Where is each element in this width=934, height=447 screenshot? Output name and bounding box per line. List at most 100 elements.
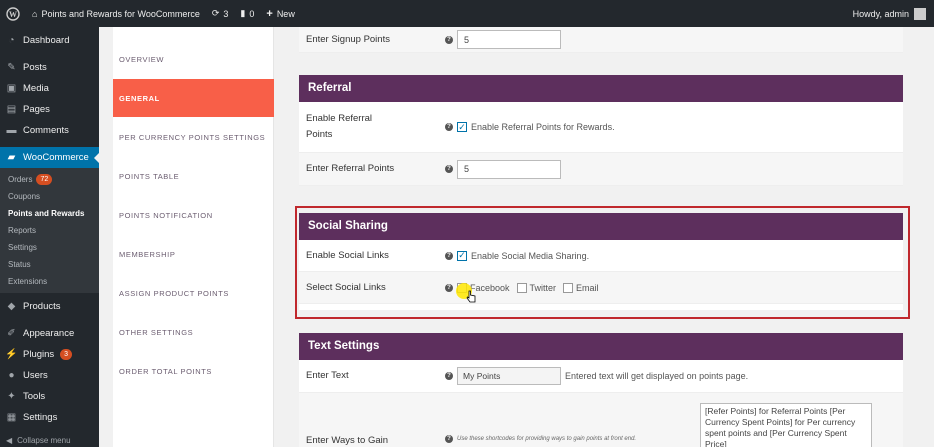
comment-icon: ▮ [240, 8, 246, 18]
menu-comments[interactable]: ▬ Comments [0, 120, 99, 141]
enable-referral-label: Enable Referral Points [299, 111, 445, 143]
enable-referral-checkbox[interactable]: ✓ [457, 122, 467, 132]
avatar [914, 7, 926, 20]
admin-sidebar: ◔ Dashboard ✎ Posts ▣ Media ▤ Pages ▬ Comment… [0, 27, 99, 447]
pages-icon: ▤ [6, 104, 17, 115]
enable-referral-desc: Enable Referral Points for Rewards. [471, 122, 615, 132]
wordpress-logo-icon[interactable]: W [0, 0, 26, 27]
tab-label: POINTS NOTIFICATION [119, 210, 213, 220]
enable-referral-label-line1: Enable Referral [306, 113, 373, 124]
tab-other-settings[interactable]: OTHER SETTINGS [113, 313, 274, 351]
admin-bar: W ⌂ Points and Rewards for WooCommerce ⟳… [0, 0, 934, 27]
tab-label: OTHER SETTINGS [119, 327, 194, 337]
enter-text-row: Enter Text ? My Points Entered text will… [299, 360, 903, 393]
menu-label: WooCommerce [23, 152, 89, 163]
dashboard-icon: ◔ [8, 35, 15, 46]
signup-points-input[interactable]: 5 [457, 30, 561, 49]
collapse-menu-button[interactable]: ◀ Collapse menu [6, 436, 71, 445]
ways-to-gain-help: Use these shortcodes for providing ways … [457, 436, 637, 442]
submenu-coupons[interactable]: Coupons [0, 188, 99, 205]
updates-count: 3 [223, 8, 229, 19]
comments-count: 0 [249, 8, 255, 19]
menu-label: Comments [23, 125, 69, 136]
menu-label: Settings [23, 412, 58, 423]
submenu-label: Points and Rewards [8, 209, 85, 218]
text-settings-section: Text Settings Enter Text ? My Points Ent… [299, 333, 903, 447]
comment-icon: ▬ [6, 125, 17, 136]
enter-text-desc: Entered text will get displayed on point… [565, 371, 749, 381]
tab-points-table[interactable]: POINTS TABLE [113, 157, 274, 195]
updates-icon: ⟳ [211, 8, 220, 18]
menu-settings[interactable]: ▦ Settings [0, 407, 99, 428]
tab-label: ORDER TOTAL POINTS [119, 366, 213, 376]
tab-assign-product-points[interactable]: ASSIGN PRODUCT POINTS [113, 274, 274, 312]
tab-overview[interactable]: OVERVIEW [113, 40, 274, 78]
collapse-label: Collapse menu [17, 436, 71, 445]
referral-points-field: ? 5 [445, 159, 561, 179]
referral-section: Referral Enable Referral Points ? ✓ Enab… [299, 75, 903, 186]
signup-section: Enter Signup Points ? 5 [299, 27, 903, 53]
text-settings-title: Text Settings [299, 333, 903, 360]
menu-label: Media [23, 83, 49, 94]
plugin-icon: ⚡ [5, 349, 18, 360]
shortcodes-line: [Refer Points] for Referral Points [Per [705, 406, 846, 416]
enter-text-label: Enter Text [306, 370, 349, 381]
pin-icon: ✎ [7, 62, 16, 73]
tab-order-total-points[interactable]: ORDER TOTAL POINTS [113, 352, 274, 390]
submenu-settings[interactable]: Settings [0, 239, 99, 256]
referral-points-input[interactable]: 5 [457, 159, 561, 179]
help-icon[interactable]: ? [445, 435, 453, 443]
menu-products[interactable]: ◆ Products [0, 296, 99, 317]
site-name: Points and Rewards for WooCommerce [41, 8, 200, 19]
menu-media[interactable]: ▣ Media [0, 78, 99, 99]
menu-plugins[interactable]: ⚡ Plugins 3 [0, 344, 99, 365]
submenu-orders[interactable]: Orders 72 [0, 171, 99, 188]
tab-label: OVERVIEW [119, 54, 165, 64]
tab-points-notification[interactable]: POINTS NOTIFICATION [113, 196, 274, 234]
tab-label: PER CURRENCY POINTS SETTINGS [119, 132, 266, 142]
referral-title: Referral [299, 75, 903, 102]
menu-users[interactable]: ● Users [0, 365, 99, 386]
tab-membership[interactable]: MEMBERSHIP [113, 235, 274, 273]
tab-general[interactable]: GENERAL [113, 79, 281, 117]
menu-label: Tools [23, 391, 46, 402]
submenu-status[interactable]: Status [0, 256, 99, 273]
menu-appearance[interactable]: ✐ Appearance [0, 323, 99, 344]
submenu-reports[interactable]: Reports [0, 222, 99, 239]
howdy-text: Howdy, admin [852, 8, 909, 19]
submenu-label: Settings [8, 243, 37, 252]
help-icon[interactable]: ? [445, 372, 453, 380]
menu-pages[interactable]: ▤ Pages [0, 99, 99, 120]
submenu-points-and-rewards[interactable]: Points and Rewards [0, 205, 99, 222]
help-icon[interactable]: ? [445, 123, 453, 131]
enter-text-field: ? My Points Entered text will get displa… [445, 367, 748, 385]
signup-points-label: Enter Signup Points [306, 33, 390, 45]
site-name-link[interactable]: ⌂ Points and Rewards for WooCommerce [26, 0, 206, 27]
new-content-link[interactable]: + New [260, 0, 300, 27]
tab-label: POINTS TABLE [119, 171, 180, 181]
submenu-extensions[interactable]: Extensions [0, 273, 99, 290]
ways-to-gain-label: Enter Ways to Gain [306, 435, 389, 446]
menu-label: Posts [23, 62, 47, 73]
enter-text-input[interactable]: My Points [457, 367, 561, 385]
menu-dashboard[interactable]: ◔ Dashboard [0, 30, 99, 51]
submenu-label: Status [8, 260, 31, 269]
menu-posts[interactable]: ✎ Posts [0, 57, 99, 78]
menu-woocommerce[interactable]: ▰ WooCommerce [0, 147, 99, 168]
enable-referral-field: ? ✓ Enable Referral Points for Rewards. [445, 122, 615, 132]
help-icon[interactable]: ? [445, 165, 453, 173]
my-account-link[interactable]: Howdy, admin [853, 0, 926, 27]
help-icon[interactable]: ? [445, 35, 453, 44]
ways-to-gain-field: ? Use these shortcodes for providing way… [445, 435, 636, 443]
updates-link[interactable]: ⟳ 3 [206, 0, 235, 27]
home-icon: ⌂ [32, 8, 38, 19]
submenu-label: Extensions [8, 277, 48, 286]
menu-label: Plugins [23, 349, 55, 360]
users-icon: ● [8, 370, 15, 381]
menu-tools[interactable]: ✦ Tools [0, 386, 99, 407]
plugins-badge: 3 [60, 349, 73, 360]
hand-cursor-icon [466, 290, 476, 303]
ways-to-gain-textarea[interactable]: [Refer Points] for Referral Points [Per … [700, 403, 872, 447]
comments-link[interactable]: ▮ 0 [234, 0, 260, 27]
tab-per-currency-points-settings[interactable]: PER CURRENCY POINTS SETTINGS [113, 118, 274, 156]
